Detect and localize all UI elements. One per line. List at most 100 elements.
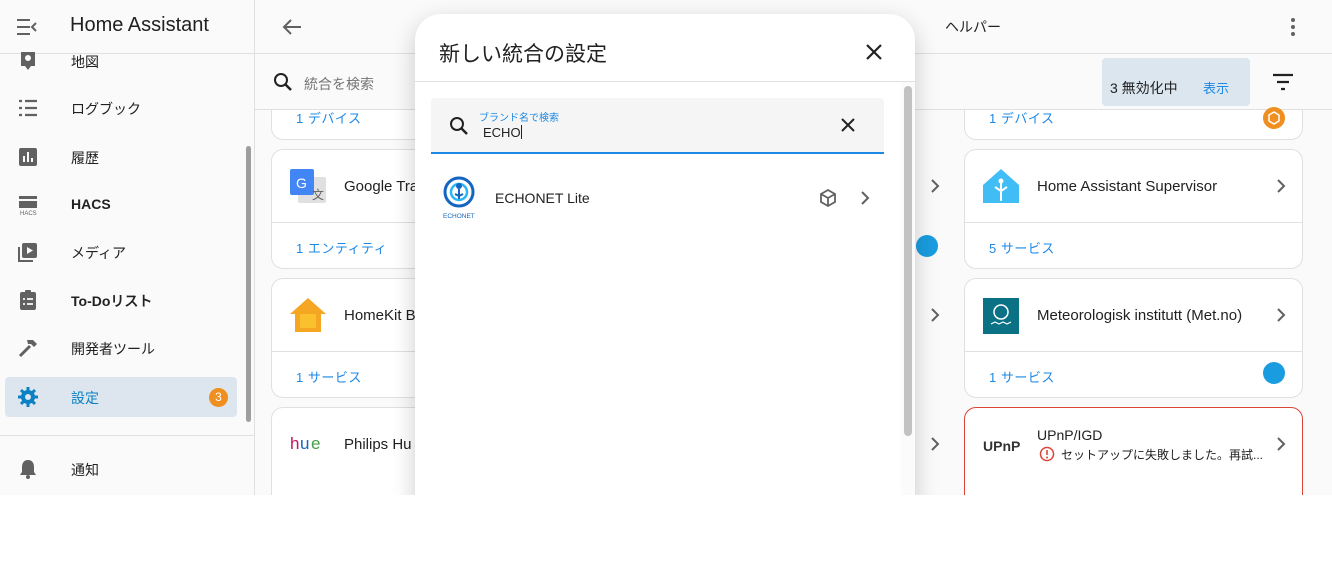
sidebar-item-media[interactable]: メディア (5, 232, 237, 272)
app-title: Home Assistant (70, 14, 209, 36)
overflow-menu-icon[interactable] (1285, 16, 1301, 38)
sidebar-item-settings[interactable]: 設定 3 (5, 377, 237, 417)
home-assistant-logo (983, 169, 1019, 203)
search-icon (274, 73, 292, 91)
hacs-icon: HACS (19, 196, 37, 216)
services-link[interactable]: 1 サービス (296, 367, 362, 386)
search-field-value[interactable]: ECHO (483, 125, 522, 140)
search-field-label: ブランド名で検索 (479, 113, 559, 124)
cloud-icon (916, 235, 938, 257)
echonet-lite-logo: ECHONET (443, 176, 475, 220)
error-icon (1039, 446, 1055, 462)
svg-text:G: G (296, 175, 307, 191)
sidebar-item-label: ログブック (71, 101, 141, 117)
sidebar-item-hacs[interactable]: HACS HACS (5, 185, 237, 225)
show-disabled-button[interactable]: 表示 (1203, 78, 1229, 97)
svg-text:h: h (290, 434, 299, 453)
integration-name: Philips Hu (344, 436, 412, 453)
met-no-logo (983, 298, 1019, 334)
card-footer-strip: 1 デバイス (964, 107, 1303, 140)
sidebar-item-label: 地図 (71, 54, 99, 70)
sidebar-item-developer-tools[interactable]: 開発者ツール (5, 328, 237, 368)
sidebar-item-label: To-Doリスト (71, 293, 153, 309)
sidebar-item-todo[interactable]: To-Doリスト (5, 280, 237, 320)
custom-integration-icon (1263, 107, 1285, 129)
entities-link[interactable]: 1 エンティティ (296, 238, 387, 257)
settings-badge: 3 (209, 388, 228, 407)
integration-name: Home Assistant Supervisor (1037, 178, 1218, 195)
svg-text:u: u (300, 434, 309, 453)
search-input[interactable]: 統合を検索 (304, 74, 374, 94)
sidebar-divider (0, 435, 254, 436)
chevron-right-icon (861, 191, 870, 205)
sidebar-scrollbar[interactable] (246, 146, 251, 422)
upnp-logo: UPnP (983, 438, 1020, 454)
dialog-divider (415, 81, 915, 82)
chevron-right-icon (931, 437, 940, 451)
disabled-integrations-chip: 3 無効化中 表示 (1102, 58, 1250, 106)
cog-icon (18, 387, 38, 407)
svg-text:e: e (311, 434, 320, 453)
cube-outline-icon (820, 188, 836, 208)
sidebar-item-history[interactable]: 履歴 (5, 137, 237, 177)
google-translate-logo: G文 (290, 169, 326, 203)
search-field-text: ECHO (483, 125, 521, 140)
sidebar-item-label: 開発者ツール (71, 341, 155, 357)
play-box-icon (18, 243, 37, 262)
chevron-right-icon (931, 308, 940, 322)
map-marker-icon (21, 52, 35, 70)
card-divider (965, 222, 1302, 223)
filter-icon[interactable] (1272, 72, 1294, 92)
services-link[interactable]: 1 サービス (989, 367, 1055, 386)
echonet-logo-text: ECHONET (443, 213, 475, 220)
chart-box-icon (19, 148, 37, 166)
services-link[interactable]: 5 サービス (989, 238, 1055, 257)
search-icon (450, 117, 468, 135)
hammer-icon (18, 340, 37, 358)
sidebar-item-notifications[interactable]: 通知 (5, 449, 237, 489)
dialog-scrollbar[interactable] (904, 86, 912, 436)
add-integration-dialog: 新しい統合の設定 ブランド名で検索 ECHO ECHONET ECHONET L… (415, 14, 915, 495)
integration-card-upnp[interactable]: UPnP UPnP/IGD セットアップに失敗しました。再試... (964, 407, 1303, 495)
sidebar-item-map[interactable]: 地図 (5, 41, 237, 81)
sidebar: Home Assistant 地図 ログブック 履歴 HACS HACS メディ… (0, 0, 255, 495)
back-arrow-icon[interactable] (281, 16, 303, 38)
integration-card-supervisor[interactable]: Home Assistant Supervisor 5 サービス (964, 149, 1303, 269)
svg-text:文: 文 (312, 187, 324, 202)
svg-text:UPnP: UPnP (983, 438, 1020, 454)
card-divider (965, 351, 1302, 352)
dialog-title: 新しい統合の設定 (439, 43, 607, 66)
integration-card-met-no[interactable]: Meteorologisk institutt (Met.no) 1 サービス (964, 278, 1303, 398)
result-name: ECHONET Lite (495, 190, 590, 206)
philips-hue-logo: hue (290, 434, 320, 453)
bell-icon (20, 460, 36, 479)
devices-link[interactable]: 1 デバイス (989, 108, 1054, 127)
sidebar-item-label: メディア (71, 245, 127, 261)
clipboard-list-icon (20, 290, 36, 310)
cloud-icon (1263, 362, 1285, 384)
brand-search-field[interactable]: ブランド名で検索 ECHO (431, 98, 884, 154)
app: Home Assistant 地図 ログブック 履歴 HACS HACS メディ… (0, 0, 1332, 495)
sidebar-item-label: 履歴 (71, 150, 99, 166)
list-icon (19, 99, 37, 117)
integration-name: Google Tra (344, 178, 419, 195)
sidebar-item-logbook[interactable]: ログブック (5, 88, 237, 128)
close-icon[interactable] (865, 43, 883, 61)
setup-error-text: セットアップに失敗しました。再試... (1061, 448, 1264, 462)
chevron-right-icon (931, 179, 940, 193)
clear-icon[interactable] (841, 118, 855, 132)
devices-link[interactable]: 1 デバイス (296, 108, 361, 127)
menu-collapse-icon[interactable] (16, 17, 38, 37)
chevron-right-icon (1277, 308, 1286, 322)
integration-name: HomeKit B (344, 307, 416, 324)
homekit-logo (290, 298, 326, 332)
integration-name: Meteorologisk institutt (Met.no) (1037, 307, 1243, 324)
chevron-right-icon (1277, 179, 1286, 193)
chevron-right-icon (1277, 437, 1286, 451)
tab-helpers[interactable]: ヘルパー (945, 17, 1001, 37)
search-result-item[interactable]: ECHONET ECHONET Lite (431, 174, 884, 222)
text-caret (520, 125, 522, 139)
svg-text:HACS: HACS (20, 211, 37, 216)
sidebar-item-label: 通知 (71, 462, 99, 478)
sidebar-item-label: HACS (71, 196, 111, 212)
